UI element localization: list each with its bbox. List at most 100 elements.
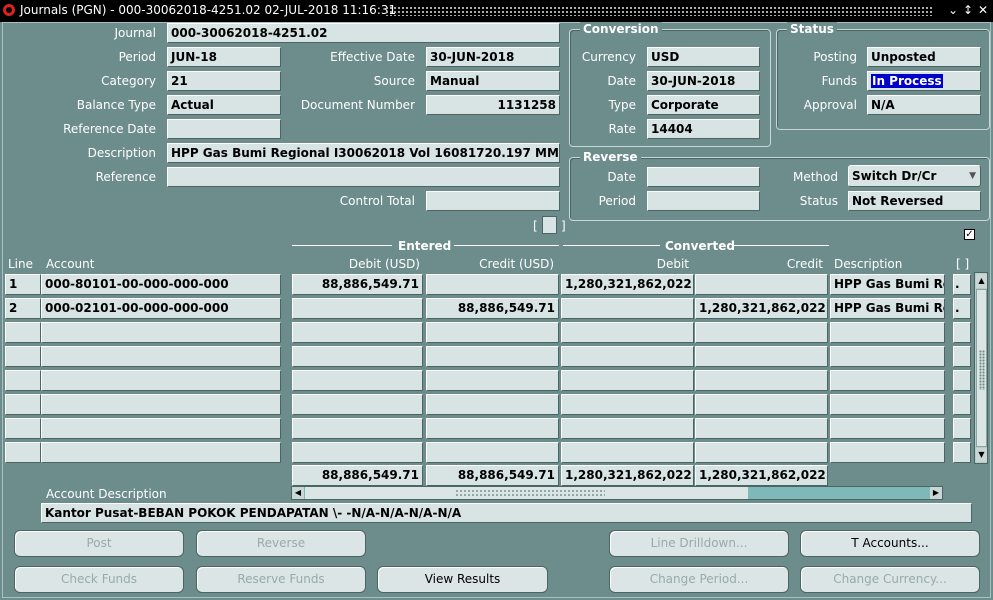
row-4-line-cell[interactable] — [5, 346, 41, 367]
row-6-flex-cell[interactable] — [953, 394, 971, 415]
row-5-credit-cell[interactable] — [695, 370, 828, 391]
row-7-account-cell[interactable] — [41, 418, 281, 439]
description-field[interactable]: HPP Gas Bumi Regional I30062018 Vol 1608… — [167, 143, 560, 163]
row-1-flex-cell[interactable]: . — [953, 274, 971, 295]
currency-field[interactable]: USD — [647, 47, 760, 67]
line-drilldown-button[interactable]: Line Drilldown... — [609, 530, 789, 557]
row-6-debit-usd-cell[interactable] — [292, 394, 423, 415]
row-7-description-cell[interactable] — [830, 418, 945, 439]
reference-field[interactable] — [167, 167, 560, 187]
row-3-credit-usd-cell[interactable] — [426, 322, 559, 343]
scroll-left-icon[interactable]: ◀ — [292, 487, 304, 499]
row-6-credit-usd-cell[interactable] — [426, 394, 559, 415]
row-1-debit-usd-cell[interactable]: 88,886,549.71 — [292, 274, 423, 295]
reverse-date-field[interactable] — [647, 167, 760, 187]
row-8-credit-cell[interactable] — [695, 442, 828, 463]
journal-field[interactable]: 000-30062018-4251.02 — [167, 23, 560, 43]
lines-vertical-scrollbar[interactable]: ▲ ▼ — [974, 272, 988, 464]
row-7-flex-cell[interactable] — [953, 418, 971, 439]
change-period-button[interactable]: Change Period... — [609, 566, 789, 593]
row-1-line-cell[interactable]: 1 — [5, 274, 41, 295]
row-7-debit-cell[interactable] — [561, 418, 694, 439]
row-2-flex-cell[interactable]: . — [953, 298, 971, 319]
row-7-credit-usd-cell[interactable] — [426, 418, 559, 439]
post-button[interactable]: Post — [14, 530, 184, 557]
row-3-description-cell[interactable] — [830, 322, 945, 343]
row-2-account-cell[interactable]: 000-02101-00-000-000-000 — [41, 298, 281, 319]
lines-horizontal-scrollbar[interactable]: ◀ ▶ — [291, 486, 943, 500]
row-6-description-cell[interactable] — [830, 394, 945, 415]
scroll-thumb[interactable] — [976, 289, 987, 447]
reverse-status-field[interactable]: Not Reversed — [848, 191, 981, 211]
row-5-flex-cell[interactable] — [953, 370, 971, 391]
row-2-credit-usd-cell[interactable]: 88,886,549.71 — [426, 298, 559, 319]
row-6-credit-cell[interactable] — [695, 394, 828, 415]
scroll-down-icon[interactable]: ▼ — [976, 448, 987, 462]
minimize-icon[interactable]: ⌄ — [947, 4, 959, 16]
row-4-credit-cell[interactable] — [695, 346, 828, 367]
row-3-account-cell[interactable] — [41, 322, 281, 343]
row-4-credit-usd-cell[interactable] — [426, 346, 559, 367]
account-description-field[interactable]: Kantor Pusat-BEBAN POKOK PENDAPATAN \- -… — [41, 503, 972, 523]
row-3-line-cell[interactable] — [5, 322, 41, 343]
row-7-debit-usd-cell[interactable] — [292, 418, 423, 439]
balance-type-field[interactable]: Actual — [167, 95, 281, 115]
approval-field[interactable]: N/A — [867, 95, 981, 115]
row-5-description-cell[interactable] — [830, 370, 945, 391]
row-8-description-cell[interactable] — [830, 442, 945, 463]
row-5-line-cell[interactable] — [5, 370, 41, 391]
reserve-funds-button[interactable]: Reserve Funds — [196, 566, 366, 593]
row-8-credit-usd-cell[interactable] — [426, 442, 559, 463]
row-4-debit-cell[interactable] — [561, 346, 694, 367]
row-6-account-cell[interactable] — [41, 394, 281, 415]
period-field[interactable]: JUN-18 — [167, 47, 281, 67]
row-1-description-cell[interactable]: HPP Gas Bumi Re — [830, 274, 945, 295]
close-icon[interactable]: ✕ — [977, 4, 989, 16]
conversion-type-field[interactable]: Corporate — [647, 95, 760, 115]
rate-field[interactable]: 14404 — [647, 119, 760, 139]
row-3-debit-cell[interactable] — [561, 322, 694, 343]
row-4-description-cell[interactable] — [830, 346, 945, 367]
reverse-period-field[interactable] — [647, 191, 760, 211]
view-results-button[interactable]: View Results — [377, 566, 548, 593]
row-3-credit-cell[interactable] — [695, 322, 828, 343]
row-2-debit-usd-cell[interactable] — [292, 298, 423, 319]
select-checkbox[interactable]: ✓ — [964, 229, 975, 240]
row-4-debit-usd-cell[interactable] — [292, 346, 423, 367]
row-4-account-cell[interactable] — [41, 346, 281, 367]
maximize-icon[interactable]: ↕ — [962, 4, 974, 16]
check-funds-button[interactable]: Check Funds — [14, 566, 184, 593]
row-1-debit-cell[interactable]: 1,280,321,862,022.84 — [561, 274, 694, 295]
row-1-credit-cell[interactable] — [695, 274, 828, 295]
hscroll-thumb[interactable] — [305, 487, 748, 499]
row-2-credit-cell[interactable]: 1,280,321,862,022.84 — [695, 298, 828, 319]
row-2-description-cell[interactable]: HPP Gas Bumi Re — [830, 298, 945, 319]
row-1-credit-usd-cell[interactable] — [426, 274, 559, 295]
reference-date-field[interactable] — [167, 119, 281, 139]
row-5-credit-usd-cell[interactable] — [426, 370, 559, 391]
effective-date-field[interactable]: 30-JUN-2018 — [426, 47, 560, 67]
method-select[interactable]: Switch Dr/Cr ▼ — [848, 165, 981, 187]
row-6-line-cell[interactable] — [5, 394, 41, 415]
row-7-line-cell[interactable] — [5, 418, 41, 439]
row-2-line-cell[interactable]: 2 — [5, 298, 41, 319]
row-1-account-cell[interactable]: 000-80101-00-000-000-000 — [41, 274, 281, 295]
row-8-account-cell[interactable] — [41, 442, 281, 463]
row-8-debit-cell[interactable] — [561, 442, 694, 463]
document-number-field[interactable]: 1131258 — [426, 95, 560, 115]
posting-field[interactable]: Unposted — [867, 47, 981, 67]
scroll-up-icon[interactable]: ▲ — [976, 274, 987, 288]
folder-button[interactable] — [542, 216, 557, 234]
category-field[interactable]: 21 — [167, 71, 281, 91]
source-field[interactable]: Manual — [426, 71, 560, 91]
row-6-debit-cell[interactable] — [561, 394, 694, 415]
funds-field[interactable]: In Process — [867, 71, 981, 91]
row-3-flex-cell[interactable] — [953, 322, 971, 343]
row-4-flex-cell[interactable] — [953, 346, 971, 367]
row-2-debit-cell[interactable] — [561, 298, 694, 319]
conversion-date-field[interactable]: 30-JUN-2018 — [647, 71, 760, 91]
control-total-field[interactable] — [426, 191, 560, 211]
change-currency-button[interactable]: Change Currency... — [800, 566, 980, 593]
row-7-credit-cell[interactable] — [695, 418, 828, 439]
row-8-flex-cell[interactable] — [953, 442, 971, 463]
